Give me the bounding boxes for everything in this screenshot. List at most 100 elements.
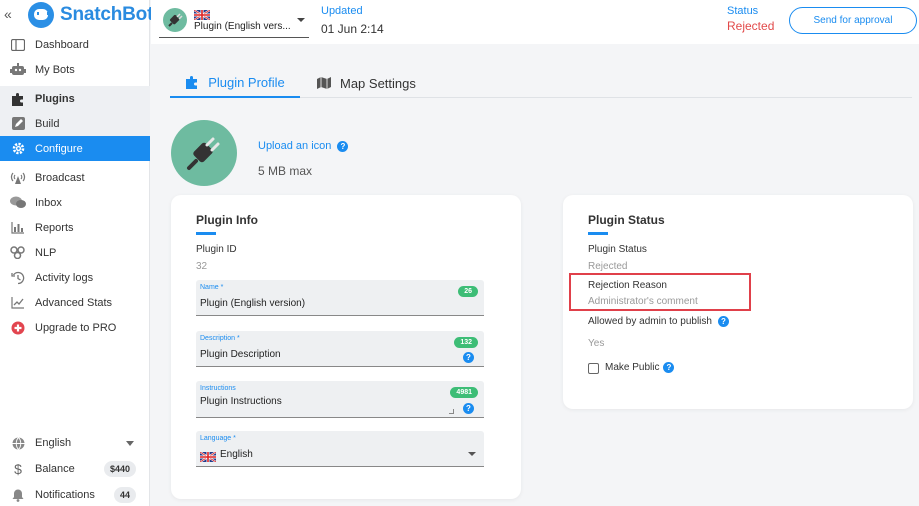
sidebar-item-activity-logs[interactable]: Activity logs <box>0 265 150 290</box>
plugin-info-card: Plugin Info Plugin ID 32 Name * Plugin (… <box>171 195 521 499</box>
chevron-down-icon <box>297 18 305 22</box>
tab-bar: Plugin Profile Map Settings <box>170 68 912 98</box>
plugin-id-value: 32 <box>196 261 208 272</box>
language-selector[interactable]: English <box>0 430 150 456</box>
help-icon[interactable]: ? <box>663 362 675 373</box>
sidebar-bottom: English $ Balance $440 Notifications 44 <box>0 430 150 506</box>
allowed-label: Allowed by admin to publish <box>588 316 712 327</box>
balance-label: Balance <box>35 463 75 475</box>
history-icon <box>10 271 26 285</box>
name-field-value: Plugin (English version) <box>200 298 306 309</box>
help-icon[interactable]: ? <box>463 352 474 363</box>
tab-label: Map Settings <box>340 75 416 91</box>
upload-icon-link[interactable]: Upload an icon ? <box>258 140 349 152</box>
sidebar-item-label: My Bots <box>35 63 75 76</box>
max-size-note: 5 MB max <box>258 164 313 178</box>
name-field[interactable]: Name * Plugin (English version) 26 <box>196 280 484 316</box>
sidebar-nav: Dashboard My Bots Plugins Build Configur… <box>0 32 150 340</box>
sidebar-item-upgrade[interactable]: Upgrade to PRO <box>0 315 150 340</box>
language-select[interactable]: Language * English <box>196 431 484 467</box>
tab-label: Plugin Profile <box>208 74 285 90</box>
language-label: English <box>35 437 72 449</box>
notifications[interactable]: Notifications 44 <box>0 482 150 506</box>
upgrade-icon <box>10 321 26 335</box>
sidebar-item-label: Upgrade to PRO <box>35 321 117 334</box>
instructions-field-label: Instructions <box>200 385 236 392</box>
plugin-id-label: Plugin ID <box>196 244 237 255</box>
rejection-reason-value: Administrator's comment <box>588 296 698 307</box>
language-field-label: Language * <box>200 435 236 442</box>
sidebar-item-configure[interactable]: Configure <box>0 136 150 161</box>
sidebar-item-label: Reports <box>35 221 74 234</box>
upload-icon-label: Upload an icon <box>258 140 332 152</box>
plugin-avatar[interactable] <box>171 120 237 186</box>
make-public: Make Public ? <box>605 362 675 373</box>
help-icon[interactable]: ? <box>337 140 349 152</box>
sidebar-item-advanced-stats[interactable]: Advanced Stats <box>0 290 150 315</box>
uk-flag-icon <box>199 449 217 467</box>
brand[interactable]: SnatchBot <box>28 2 153 28</box>
dollar-icon: $ <box>14 461 22 477</box>
sidebar-item-label: Broadcast <box>35 171 85 184</box>
chevron-down-icon <box>126 440 134 446</box>
plug-icon <box>187 137 220 170</box>
sidebar-item-label: Configure <box>35 142 83 155</box>
status-value: Rejected <box>727 19 775 33</box>
tab-map-settings[interactable]: Map Settings <box>316 68 416 98</box>
map-icon <box>316 76 332 90</box>
char-count-badge: 132 <box>454 337 478 348</box>
sidebar-item-label: Advanced Stats <box>35 296 113 309</box>
plugin-name: Plugin (English vers... <box>194 21 291 32</box>
allowed-value: Yes <box>588 338 605 349</box>
gear-icon <box>10 142 26 156</box>
balance-value: $440 <box>103 461 136 477</box>
make-public-label[interactable]: Make Public <box>605 362 659 373</box>
sidebar-item-plugins[interactable]: Plugins <box>0 86 150 111</box>
plugin-avatar-small <box>163 8 187 32</box>
notifications-count: 44 <box>113 487 136 503</box>
sidebar-item-build[interactable]: Build <box>0 111 150 136</box>
instructions-field-value: Plugin Instructions <box>200 396 282 407</box>
brand-name: SnatchBot <box>60 4 154 25</box>
updated-label: Updated <box>321 5 363 17</box>
name-field-label: Name * <box>200 284 224 291</box>
description-field-value: Plugin Description <box>200 349 281 360</box>
puzzle-icon <box>185 75 200 89</box>
sidebar-item-my-bots[interactable]: My Bots <box>0 57 150 82</box>
instructions-field[interactable]: Instructions Plugin Instructions 4981 ? <box>196 381 484 418</box>
pencil-icon <box>10 117 26 131</box>
sidebar-item-reports[interactable]: Reports <box>0 215 150 240</box>
send-for-approval-button[interactable]: Send for approval <box>789 7 917 34</box>
top-bar: Plugin (English vers... Updated 01 Jun 2… <box>151 0 919 44</box>
resize-handle-icon[interactable] <box>449 409 454 414</box>
collapse-sidebar-icon[interactable]: « <box>4 6 12 22</box>
balance[interactable]: $ Balance $440 <box>0 456 150 482</box>
puzzle-icon <box>10 92 26 106</box>
card-title: Plugin Info <box>196 213 258 235</box>
dashboard-icon <box>10 38 26 52</box>
sidebar-item-label: Build <box>35 117 60 130</box>
globe-icon <box>10 436 26 450</box>
sidebar-item-dashboard[interactable]: Dashboard <box>0 32 150 57</box>
line-chart-icon <box>10 296 26 310</box>
sidebar-item-inbox[interactable]: Inbox <box>0 190 150 215</box>
description-field-label: Description * <box>200 335 240 342</box>
status-label: Status <box>727 5 759 17</box>
sidebar-item-label: Dashboard <box>35 38 89 51</box>
bell-icon <box>10 488 26 502</box>
sidebar-item-label: Activity logs <box>35 271 94 284</box>
sidebar-item-nlp[interactable]: NLP <box>0 240 150 265</box>
help-icon[interactable]: ? <box>463 403 474 414</box>
sidebar: « SnatchBot Dashboard My Bots Plugins Bu… <box>0 0 153 506</box>
make-public-checkbox[interactable] <box>588 363 599 374</box>
language-field-value: English <box>220 449 253 460</box>
description-field[interactable]: Description * Plugin Description 132 ? <box>196 331 484 367</box>
tab-plugin-profile[interactable]: Plugin Profile <box>170 68 300 98</box>
bar-chart-icon <box>10 221 26 235</box>
sidebar-item-broadcast[interactable]: Broadcast <box>0 165 150 190</box>
chat-icon <box>10 196 26 210</box>
plugin-selector[interactable]: Plugin (English vers... <box>159 4 309 38</box>
plugin-status-label: Plugin Status <box>588 244 647 255</box>
chevron-down-icon <box>468 452 476 456</box>
help-icon[interactable]: ? <box>717 316 729 327</box>
